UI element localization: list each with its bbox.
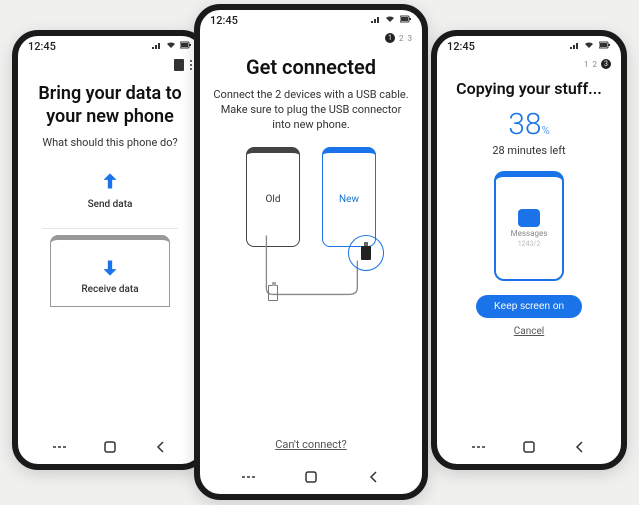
step-1-active: 1 — [385, 33, 395, 43]
status-bar: 12:45 — [437, 36, 621, 55]
signal-icon — [371, 17, 383, 27]
battery-icon — [400, 17, 412, 27]
usb-plug-icon — [268, 285, 278, 301]
status-icons — [150, 40, 193, 53]
send-data-label: Send data — [88, 199, 133, 210]
content-area: Bring your data to your new phone What s… — [18, 75, 202, 313]
cant-connect-link[interactable]: Can't connect? — [275, 438, 346, 451]
connector-highlight — [348, 235, 384, 271]
wifi-icon — [166, 43, 178, 53]
page-title: Copying your stuff... — [449, 79, 609, 99]
status-time: 12:45 — [447, 40, 475, 53]
step-2: 2 — [593, 60, 598, 69]
status-icons — [568, 40, 611, 53]
top-bar — [18, 55, 202, 75]
status-bar: 12:45 — [18, 36, 202, 55]
arrow-down-icon — [97, 254, 123, 280]
status-bar: 12:45 — [200, 10, 422, 29]
divider — [42, 228, 178, 229]
cancel-link[interactable]: Cancel — [449, 326, 609, 337]
receive-data-button[interactable]: Receive data — [51, 246, 169, 303]
step-2: 2 — [399, 34, 404, 43]
new-device-label: New — [339, 194, 359, 205]
top-bar: 1 2 3 — [437, 55, 621, 73]
arrow-up-icon — [97, 169, 123, 195]
phone-screen-2: 12:45 1 2 3 Get connected Connect the 2 … — [194, 4, 428, 500]
old-device-label: Old — [266, 194, 281, 205]
home-button[interactable] — [103, 440, 117, 454]
page-subtitle: Connect the 2 devices with a USB cable. … — [212, 88, 410, 133]
signal-icon — [570, 43, 580, 53]
recents-button[interactable] — [241, 470, 255, 484]
new-device: New — [322, 147, 376, 247]
adapter-icon — [361, 246, 371, 260]
wifi-icon — [584, 43, 594, 53]
home-button[interactable] — [304, 470, 318, 484]
wifi-icon — [385, 17, 395, 27]
phone-screen-1: 12:45 Bring your data to your new phone … — [12, 30, 208, 470]
progress-percent: 38% — [508, 107, 549, 142]
step-3-active: 3 — [601, 59, 611, 69]
status-time: 12:45 — [210, 14, 238, 27]
back-button[interactable] — [573, 440, 587, 454]
content-area: Copying your stuff... 38% 28 minutes lef… — [437, 73, 621, 343]
phone-screen-3: 12:45 1 2 3 Copying your stuff... 38% 28… — [431, 30, 627, 470]
recents-button[interactable] — [471, 440, 485, 454]
keep-screen-on-button[interactable]: Keep screen on — [476, 295, 582, 318]
time-remaining: 28 minutes left — [449, 144, 609, 157]
nav-bar — [18, 434, 202, 460]
back-button[interactable] — [367, 470, 381, 484]
page-title: Bring your data to your new phone — [30, 83, 190, 128]
cable-icon — [212, 141, 410, 302]
step-indicator: 1 2 3 — [385, 33, 412, 43]
receive-phone-illustration: Receive data — [50, 235, 170, 307]
nav-bar — [437, 434, 621, 460]
battery-icon — [599, 43, 611, 53]
back-button[interactable] — [154, 440, 168, 454]
top-bar: 1 2 3 — [200, 29, 422, 47]
old-device: Old — [246, 147, 300, 247]
sim-icon — [174, 59, 184, 71]
battery-icon — [180, 43, 192, 53]
step-1: 1 — [584, 60, 589, 69]
home-button[interactable] — [522, 440, 536, 454]
cant-connect-area: Can't connect? — [200, 433, 422, 452]
more-icon[interactable] — [190, 60, 193, 71]
page-title: Get connected — [212, 55, 410, 80]
copy-phone-illustration: Messages 1243/2 — [494, 171, 564, 281]
messages-icon — [518, 209, 540, 227]
send-data-button[interactable]: Send data — [50, 161, 170, 218]
copy-item-count: 1243/2 — [518, 240, 541, 248]
step-indicator: 1 2 3 — [584, 59, 611, 69]
connection-diagram: Old New — [212, 141, 410, 321]
page-subtitle: What should this phone do? — [30, 136, 190, 151]
receive-data-label: Receive data — [81, 284, 138, 295]
status-icons — [369, 14, 412, 27]
progress-display: 38% 28 minutes left — [449, 107, 609, 157]
content-area: Get connected Connect the 2 devices with… — [200, 47, 422, 327]
recents-button[interactable] — [52, 440, 66, 454]
signal-icon — [152, 43, 164, 53]
step-3: 3 — [408, 34, 413, 43]
status-time: 12:45 — [28, 40, 56, 53]
nav-bar — [200, 464, 422, 490]
